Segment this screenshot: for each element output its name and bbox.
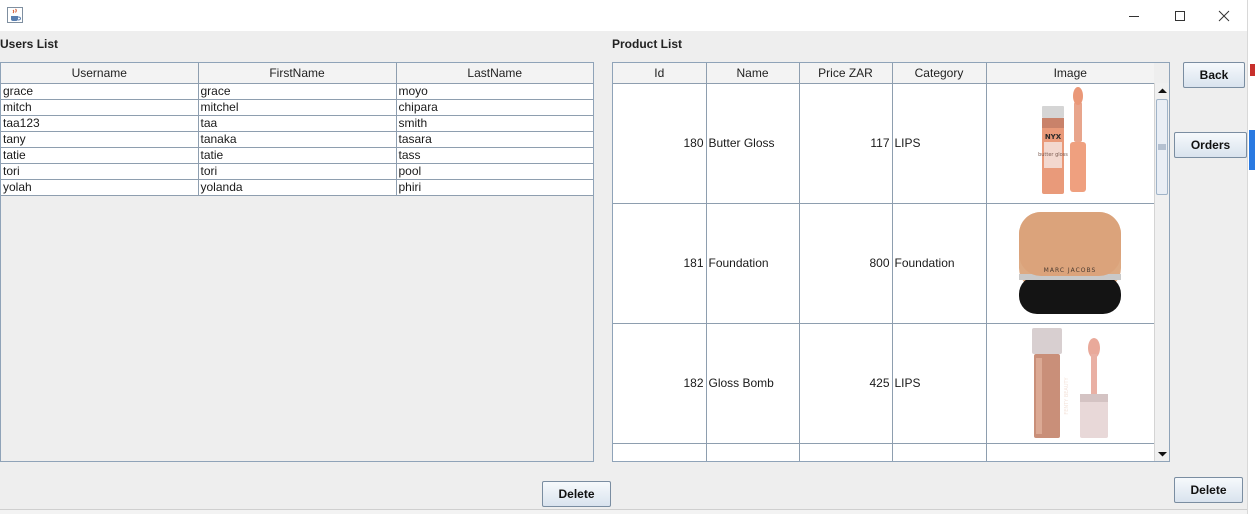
empty-cell — [706, 443, 800, 461]
table-row[interactable]: 181 Foundation 800 Foundation MARC JACOB… — [613, 203, 1154, 324]
column-header-category[interactable]: Category — [892, 63, 987, 84]
table-row[interactable]: 182 Gloss Bomb 425 LIPS FENTY BEAUTY — [613, 323, 1154, 444]
products-table-panel: Id Name Price ZAR Category Image 180 But… — [612, 62, 1170, 462]
table-row[interactable]: taa123 taa smith — [1, 115, 593, 132]
column-header-image[interactable]: Image — [986, 63, 1154, 84]
empty-cell — [799, 443, 893, 461]
users-list-title: Users List — [0, 37, 59, 51]
product-image-cell[interactable]: MARC JACOBS — [986, 203, 1154, 324]
firstname-cell[interactable]: mitchel — [198, 99, 397, 116]
orders-button[interactable]: Orders — [1174, 132, 1247, 158]
product-image-cell[interactable]: FENTY BEAUTY — [986, 323, 1154, 444]
java-cup-icon — [7, 7, 23, 23]
back-button[interactable]: Back — [1183, 62, 1245, 88]
username-cell[interactable]: yolah — [1, 179, 199, 196]
background-window-bottom-edge — [0, 509, 1247, 514]
firstname-cell[interactable]: grace — [198, 83, 397, 100]
minimize-icon[interactable] — [1111, 0, 1157, 31]
lastname-cell[interactable]: phiri — [396, 179, 593, 196]
scroll-up-arrow-icon[interactable] — [1155, 83, 1169, 98]
table-row[interactable]: 180 Butter Gloss 117 LIPS NYX butter glo… — [613, 83, 1154, 204]
column-header-firstname[interactable]: FirstName — [198, 63, 397, 84]
butter-gloss-text: butter gloss — [1038, 152, 1068, 158]
username-cell[interactable]: grace — [1, 83, 199, 100]
scroll-down-arrow-icon[interactable] — [1155, 446, 1169, 461]
title-bar — [0, 0, 1247, 31]
main-panel: Users List Product List Username FirstNa… — [0, 31, 1247, 509]
background-window-edge — [1247, 0, 1255, 514]
name-cell[interactable]: Butter Gloss — [706, 83, 800, 204]
price-cell[interactable]: 117 — [799, 83, 893, 204]
column-header-id[interactable]: Id — [613, 63, 707, 84]
background-window-accent — [1249, 130, 1255, 170]
price-cell[interactable]: 800 — [799, 203, 893, 324]
users-table-header: Username FirstName LastName — [1, 63, 593, 84]
column-header-price[interactable]: Price ZAR — [799, 63, 893, 84]
lastname-cell[interactable]: smith — [396, 115, 593, 132]
username-cell[interactable]: tany — [1, 131, 199, 148]
delete-user-button[interactable]: Delete — [542, 481, 611, 507]
products-table: Id Name Price ZAR Category Image 180 But… — [613, 63, 1154, 461]
delete-product-button[interactable]: Delete — [1174, 477, 1243, 503]
product-image-cell[interactable]: NYX butter gloss — [986, 83, 1154, 204]
users-table: Username FirstName LastName grace grace … — [1, 63, 593, 196]
close-icon[interactable] — [1201, 0, 1247, 31]
background-window-marker — [1250, 64, 1255, 76]
table-row[interactable]: tatie tatie tass — [1, 147, 593, 164]
scroll-thumb[interactable] — [1156, 99, 1168, 195]
fenty-beauty-text: FENTY BEAUTY — [1064, 376, 1070, 414]
product-list-title: Product List — [612, 37, 683, 51]
firstname-cell[interactable]: tatie — [198, 147, 397, 164]
products-vertical-scrollbar[interactable] — [1154, 83, 1169, 461]
id-cell[interactable]: 182 — [613, 323, 707, 444]
id-cell[interactable]: 181 — [613, 203, 707, 324]
table-row[interactable]: yolah yolanda phiri — [1, 179, 593, 196]
category-cell[interactable]: Foundation — [892, 203, 987, 324]
name-cell[interactable]: Foundation — [706, 203, 800, 324]
column-header-name[interactable]: Name — [706, 63, 800, 84]
category-cell[interactable]: LIPS — [892, 323, 987, 444]
products-table-header: Id Name Price ZAR Category Image — [613, 63, 1154, 84]
lastname-cell[interactable]: chipara — [396, 99, 593, 116]
firstname-cell[interactable]: tanaka — [198, 131, 397, 148]
firstname-cell[interactable]: tori — [198, 163, 397, 180]
maximize-icon[interactable] — [1157, 0, 1203, 31]
nyx-brand-text: NYX — [1045, 133, 1062, 141]
lip-gloss-tube-image: NYX butter gloss — [1038, 86, 1087, 194]
marc-jacobs-text: MARC JACOBS — [1044, 267, 1097, 274]
table-row[interactable]: grace grace moyo — [1, 83, 593, 100]
table-row[interactable]: tany tanaka tasara — [1, 131, 593, 148]
empty-cell — [986, 443, 1154, 461]
foundation-compact-image: MARC JACOBS — [1019, 211, 1122, 314]
category-cell[interactable]: LIPS — [892, 83, 987, 204]
users-table-panel: Username FirstName LastName grace grace … — [0, 62, 594, 462]
column-header-username[interactable]: Username — [1, 63, 199, 84]
username-cell[interactable]: mitch — [1, 99, 199, 116]
username-cell[interactable]: taa123 — [1, 115, 199, 132]
column-header-lastname[interactable]: LastName — [396, 63, 593, 84]
gloss-bomb-tube-image: FENTY BEAUTY — [1032, 327, 1109, 438]
username-cell[interactable]: tatie — [1, 147, 199, 164]
table-row[interactable]: tori tori pool — [1, 163, 593, 180]
name-cell[interactable]: Gloss Bomb — [706, 323, 800, 444]
empty-cell — [613, 443, 707, 461]
table-row[interactable] — [613, 443, 1154, 461]
table-row[interactable]: mitch mitchel chipara — [1, 99, 593, 116]
empty-cell — [892, 443, 987, 461]
firstname-cell[interactable]: yolanda — [198, 179, 397, 196]
lastname-cell[interactable]: tasara — [396, 131, 593, 148]
price-cell[interactable]: 425 — [799, 323, 893, 444]
lastname-cell[interactable]: tass — [396, 147, 593, 164]
firstname-cell[interactable]: taa — [198, 115, 397, 132]
lastname-cell[interactable]: pool — [396, 163, 593, 180]
id-cell[interactable]: 180 — [613, 83, 707, 204]
username-cell[interactable]: tori — [1, 163, 199, 180]
lastname-cell[interactable]: moyo — [396, 83, 593, 100]
